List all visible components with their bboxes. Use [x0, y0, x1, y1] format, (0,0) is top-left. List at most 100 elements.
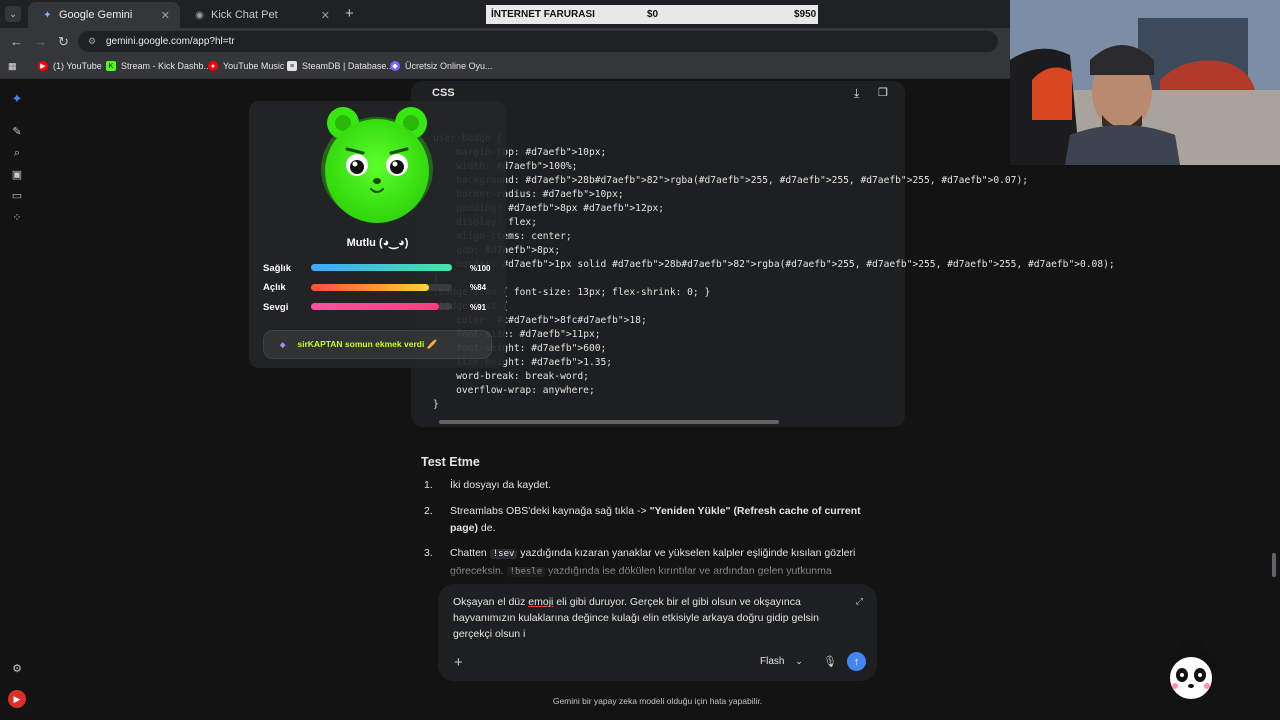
health-bar: [311, 264, 452, 271]
bookmark-youtube-music[interactable]: ● YouTube Music: [208, 61, 284, 71]
page-scrollbar[interactable]: [1272, 553, 1276, 577]
stat-value-health: %100: [470, 264, 491, 273]
gemini-logo-icon[interactable]: ✦: [11, 91, 23, 106]
settings-icon[interactable]: ⚙: [11, 662, 23, 675]
disclaimer-text: Gemini bir yapay zeka modeli olduğu için…: [552, 696, 763, 706]
bookmark-youtube[interactable]: ▶ (1) YouTube: [38, 61, 102, 71]
inline-code: !sev: [489, 549, 518, 559]
step-text: İki dosyayı da kaydet.: [450, 477, 880, 494]
step-text-part: İki dosyayı da kaydet.: [450, 479, 551, 491]
add-attachment-button[interactable]: +: [454, 654, 463, 671]
video-icon[interactable]: ▭: [11, 189, 23, 202]
pet-name: Mutlu (◕‿◕): [346, 237, 409, 249]
image-icon[interactable]: ▣: [11, 168, 23, 181]
download-icon[interactable]: ⤓: [854, 86, 859, 101]
microphone-icon[interactable]: 🎙: [823, 655, 837, 668]
step-text-part: de.: [478, 522, 496, 534]
health-bar-fill: [311, 264, 452, 271]
back-button[interactable]: ←: [10, 34, 23, 49]
copy-icon[interactable]: ❐: [878, 86, 888, 99]
game-icon: ◆: [390, 61, 400, 71]
panda-mascot-icon: [1166, 640, 1216, 701]
youtube-music-icon: ●: [208, 61, 218, 71]
code-line: border-radius: #d7aefb">10px;: [456, 189, 624, 200]
page-icon: ◉: [195, 9, 204, 21]
stat-label-hunger: Açlık: [263, 282, 286, 293]
tab-kick-chat-pet[interactable]: ◉ Kick Chat Pet ✕: [180, 2, 340, 28]
prompt-text-start: Okşayan el düz: [453, 596, 529, 608]
url-text: gemini.google.com/app?hl=tr: [106, 36, 235, 47]
code-line: .badge-icon { font-size: 13px; flex-shri…: [433, 287, 711, 298]
code-line: line-height: #d7aefb">1.35;: [456, 357, 613, 368]
goal-current: $0: [647, 9, 659, 20]
prompt-misspelled-word: emoji: [528, 596, 554, 608]
section-heading: Test Etme: [421, 455, 480, 469]
steamdb-icon: ≡: [287, 61, 297, 71]
step-text: Streamlabs OBS'deki kaynağa sağ tıkla ->…: [450, 503, 880, 537]
goal-target: $950: [794, 9, 817, 20]
bookmark-steamdb[interactable]: ≡ SteamDB | Database...: [287, 61, 394, 71]
expand-icon[interactable]: ⤢: [856, 596, 863, 607]
love-bar: [311, 303, 452, 310]
code-scrollbar[interactable]: [439, 420, 779, 424]
donation-goal-bar: İNTERNET FARURASI $0 $950: [486, 5, 818, 24]
bookmark-label: (1) YouTube: [53, 61, 102, 71]
new-tab-button[interactable]: +: [345, 5, 354, 22]
stat-label-health: Sağlık: [263, 263, 291, 274]
tab-label: Kick Chat Pet: [211, 9, 278, 21]
reload-button[interactable]: ↻: [58, 34, 69, 50]
tab-label: Google Gemini: [59, 9, 133, 21]
badge-text: sirKAPTAN somun ekmek verdi 🥖: [297, 339, 438, 349]
close-icon[interactable]: ✕: [321, 9, 330, 22]
avatar[interactable]: ▶: [8, 690, 26, 708]
prompt-box[interactable]: Okşayan el düz emoji eli gibi duruyor. G…: [438, 584, 877, 681]
scroll-fade: [420, 560, 890, 584]
apps-icon[interactable]: ▦: [8, 61, 17, 72]
close-icon[interactable]: ✕: [161, 9, 170, 22]
site-info-icon[interactable]: ⚙: [88, 36, 100, 47]
code-language-label: CSS: [432, 87, 455, 99]
step-number: 1.: [424, 479, 433, 491]
stat-value-hunger: %84: [470, 283, 487, 292]
code-lines: user-badge { margin-top: #d7aefb">10px; …: [433, 132, 1115, 412]
love-bar-fill: [311, 303, 440, 310]
code-line: margin-top: #d7aefb">10px;: [456, 147, 607, 158]
new-chat-icon[interactable]: ✎: [11, 125, 23, 138]
code-line: width: #d7aefb">100%;: [456, 161, 578, 172]
gems-icon[interactable]: ⁘: [11, 211, 23, 224]
bookmark-online-games[interactable]: ◆ Ücretsiz Online Oyu...: [390, 61, 493, 71]
goal-title: İNTERNET FARURASI: [491, 9, 595, 20]
code-line: display: flex;: [456, 217, 537, 228]
step-number: 2.: [424, 505, 433, 517]
pet-character: [321, 107, 433, 223]
code-line: word-break: break-word;: [433, 371, 589, 382]
tab-search-button[interactable]: ⌄: [5, 6, 21, 22]
code-line: user-badge {: [433, 132, 1115, 146]
search-icon[interactable]: ⌕: [11, 147, 23, 159]
code-line: color: #c#d7aefb">8fc#d7aefb">18;: [456, 315, 647, 326]
step-text-part: Streamlabs OBS'deki kaynağa sağ tıkla ->: [450, 505, 650, 517]
bookmark-kick[interactable]: K Stream - Kick Dashb...: [106, 61, 211, 71]
youtube-icon: ▶: [38, 61, 48, 71]
prompt-input[interactable]: Okşayan el düz emoji eli gibi duruyor. G…: [453, 594, 838, 642]
url-field[interactable]: ⚙ gemini.google.com/app?hl=tr: [78, 31, 998, 52]
code-line: border: #d7aefb">1px solid #d7aefb">28b#…: [456, 259, 1115, 270]
forward-button[interactable]: →: [34, 34, 47, 49]
bookmarks-bar: ▦ ▶ (1) YouTube K Stream - Kick Dashb...…: [0, 55, 1010, 79]
address-toolbar: ← → ↻ ⚙ gemini.google.com/app?hl=tr: [0, 28, 1010, 55]
step-number: 3.: [424, 547, 433, 559]
badge-dot-icon: ◆: [280, 341, 286, 349]
model-label: Flash: [760, 656, 785, 667]
send-button[interactable]: ↑: [847, 652, 866, 671]
tab-google-gemini[interactable]: ✦ Google Gemini ✕: [28, 2, 180, 28]
code-line: font-weight: #d7aefb">600;: [456, 343, 607, 354]
code-line: }: [433, 272, 1115, 286]
kick-icon: K: [106, 61, 116, 71]
user-badge: ◆ sirKAPTAN somun ekmek verdi 🥖: [263, 330, 492, 359]
model-selector[interactable]: Flash ⌄: [760, 656, 803, 667]
stat-label-love: Sevgi: [263, 302, 289, 313]
pet-widget: Mutlu (◕‿◕) Sağlık %100 Açlık %84 Sevgi …: [249, 101, 506, 368]
bookmark-label: Stream - Kick Dashb...: [121, 61, 212, 71]
step-text-part: Chatten: [450, 547, 490, 559]
code-line: }: [433, 399, 439, 410]
